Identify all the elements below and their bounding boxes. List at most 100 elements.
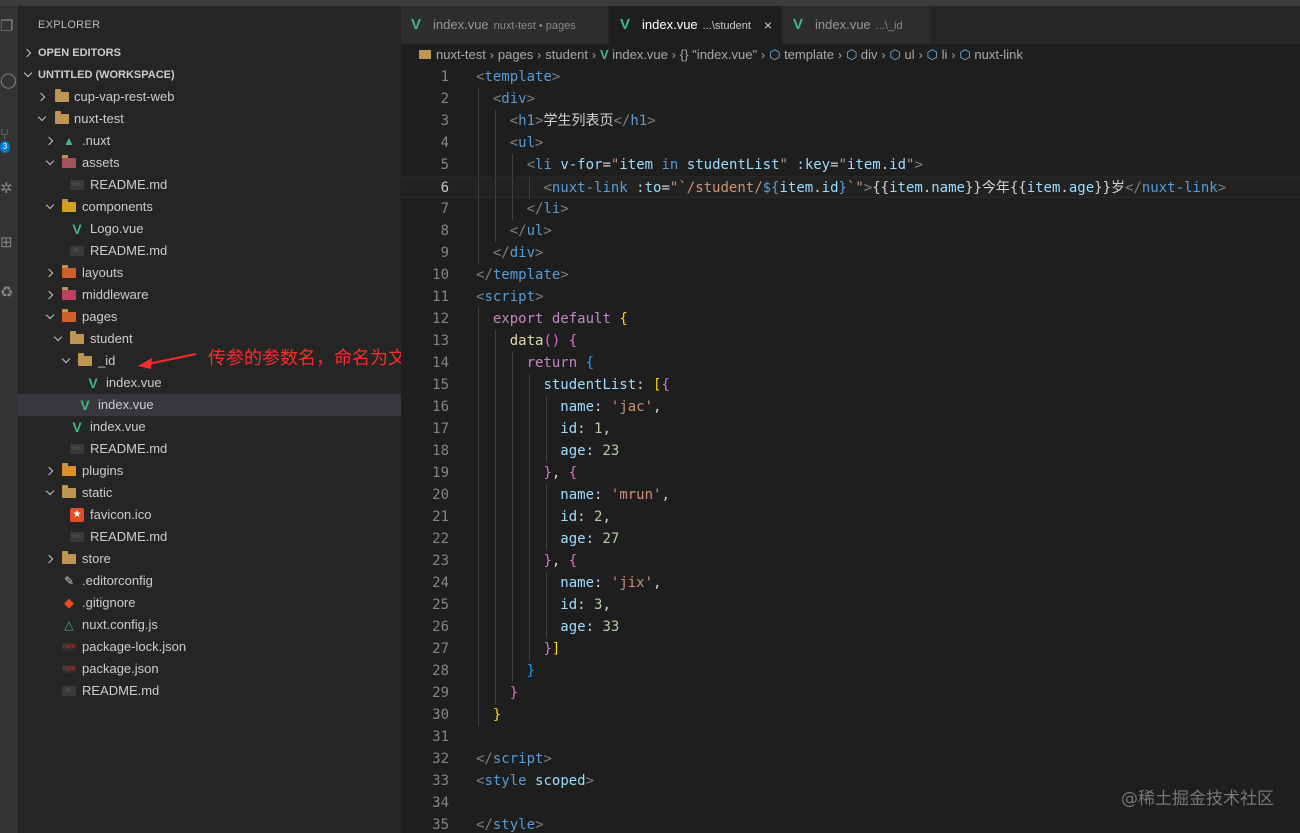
tab-pages-index-vue[interactable]: V index.vue nuxt-test • pages [401, 6, 609, 44]
tree-item-id-index-vue[interactable]: V index.vue [18, 372, 401, 394]
chevron-right-icon [23, 48, 33, 58]
tab-id-index-vue[interactable]: V index.vue ...\_id [783, 6, 931, 44]
code-line: 31 [401, 726, 1300, 748]
line-number: 28 [432, 663, 449, 679]
tree-item-readme[interactable]: M↓ README.md [18, 438, 401, 460]
tree-item-package-json[interactable]: npm package.json [18, 658, 401, 680]
student-age-value: 33 [602, 619, 620, 635]
tree-item-label: favicon.ico [90, 507, 152, 522]
tab-label: index.vue [433, 17, 489, 32]
chevron-right-icon [37, 92, 47, 102]
tab-student-index-vue[interactable]: V index.vue ...\student × [610, 6, 782, 44]
tree-item-student-index-vue[interactable]: V index.vue [18, 394, 401, 416]
folder-icon [62, 551, 76, 564]
tab-description: ...\_id [875, 20, 903, 32]
line-number: 19 [432, 465, 449, 481]
tree-item-label: package-lock.json [82, 639, 187, 654]
breadcrumb-item[interactable]: student [545, 47, 588, 62]
tree-item-nuxt-test[interactable]: nuxt-test [18, 108, 401, 130]
breadcrumb-item[interactable]: li [942, 47, 948, 62]
explorer-icon[interactable]: ❐ [0, 16, 18, 38]
breadcrumb-item[interactable]: nuxt-link [974, 47, 1022, 62]
tree-item-label: README.md [90, 243, 168, 258]
line-number: 15 [432, 377, 449, 393]
source-control-badge: 3 [0, 141, 10, 153]
folder-open-icon [78, 353, 92, 366]
tab-label: index.vue [642, 17, 698, 32]
tree-item-gitignore[interactable]: ◆ .gitignore [18, 592, 401, 614]
folder-open-icon [62, 155, 76, 168]
chevron-down-icon [45, 312, 55, 322]
line-number: 11 [432, 289, 449, 305]
cube-icon: ⬡ [926, 47, 939, 62]
code-line-current: 6 <nuxt-link :to="`/student/${item.id}`"… [401, 176, 1300, 199]
breadcrumb-item[interactable]: index.vue [612, 47, 668, 62]
cube-icon: ⬡ [889, 47, 901, 62]
code-line: 22 age: 27 [401, 528, 1300, 550]
extensions-icon[interactable]: ⊞ [0, 232, 18, 254]
line-number: 3 [440, 113, 449, 129]
close-icon[interactable]: × [764, 6, 772, 44]
folder-icon [62, 463, 76, 476]
tree-item-nuxt-config[interactable]: △ nuxt.config.js [18, 614, 401, 636]
folder-open-icon [62, 309, 76, 322]
line-number: 5 [440, 157, 449, 173]
markdown-icon: M↓ [70, 180, 84, 190]
tree-item-readme[interactable]: M↓ README.md [18, 174, 401, 196]
nuxt-link-text: 今年 [981, 180, 1010, 196]
tab-description: ...\student [702, 20, 751, 32]
tree-item-readme[interactable]: M↓ README.md [18, 680, 401, 702]
chevron-right-icon: › [918, 48, 923, 62]
breadcrumb-item[interactable]: {} "index.vue" [680, 47, 757, 62]
tree-item-readme[interactable]: M↓ README.md [18, 526, 401, 548]
tree-item-store[interactable]: store [18, 548, 401, 570]
tree-item-components[interactable]: components [18, 196, 401, 218]
tree-item-layouts[interactable]: layouts [18, 262, 401, 284]
tree-item-cup-vap-rest-web[interactable]: cup-vap-rest-web [18, 86, 401, 108]
tree-item-plugins[interactable]: plugins [18, 460, 401, 482]
breadcrumb-item[interactable]: ul [905, 47, 915, 62]
tree-item-label: components [82, 199, 153, 214]
tree-item-middleware[interactable]: middleware [18, 284, 401, 306]
tree-item-logo-vue[interactable]: V Logo.vue [18, 218, 401, 240]
code-line: 27 }] [401, 638, 1300, 660]
line-number: 16 [432, 399, 449, 415]
debug-icon[interactable]: ✲ [0, 178, 18, 200]
vue-icon: V [620, 16, 631, 33]
line-number: 17 [432, 421, 449, 437]
tree-item-package-lock[interactable]: npm package-lock.json [18, 636, 401, 658]
tree-item-nuxt-folder[interactable]: ▲ .nuxt [18, 130, 401, 152]
tree-item-pages-index-vue[interactable]: V index.vue [18, 416, 401, 438]
chevron-right-icon: › [881, 48, 886, 62]
workspace-label: UNTITLED (WORKSPACE) [38, 69, 175, 81]
breadcrumb-item[interactable]: div [861, 47, 878, 62]
search-icon[interactable]: ◯ [0, 70, 18, 92]
line-number: 18 [432, 443, 449, 459]
code-line: 11 <script> [401, 286, 1300, 308]
breadcrumb-item[interactable]: pages [498, 47, 533, 62]
remote-icon[interactable]: ♻ [0, 282, 18, 304]
workspace-section[interactable]: UNTITLED (WORKSPACE) [18, 64, 401, 86]
breadcrumb-item[interactable]: nuxt-test [436, 47, 486, 62]
tree-item-label: .gitignore [82, 595, 136, 610]
tree-item-label: nuxt-test [74, 111, 124, 126]
line-number: 6 [440, 180, 449, 196]
tab-label: index.vue [815, 17, 871, 32]
code-editor[interactable]: 1 <template> 2 <div> 3 <h1>学生列表页</h1> 4 <… [401, 66, 1300, 833]
line-number: 33 [432, 773, 449, 789]
line-number: 7 [440, 201, 449, 217]
breadcrumb-item[interactable]: template [784, 47, 834, 62]
line-number: 2 [440, 91, 449, 107]
tree-item-editorconfig[interactable]: ✎ .editorconfig [18, 570, 401, 592]
tree-item-readme[interactable]: M↓ README.md [18, 240, 401, 262]
tree-item-static[interactable]: static [18, 482, 401, 504]
tree-item-assets[interactable]: assets [18, 152, 401, 174]
student-name-value: 'jix' [610, 575, 654, 591]
tree-item-favicon[interactable]: ★ favicon.ico [18, 504, 401, 526]
open-editors-section[interactable]: OPEN EDITORS [18, 42, 401, 64]
chevron-right-icon [45, 466, 55, 476]
tree-item-pages[interactable]: pages [18, 306, 401, 328]
chevron-right-icon [45, 554, 55, 564]
chevron-right-icon: › [489, 48, 494, 62]
tree-item-label: .editorconfig [82, 573, 153, 588]
